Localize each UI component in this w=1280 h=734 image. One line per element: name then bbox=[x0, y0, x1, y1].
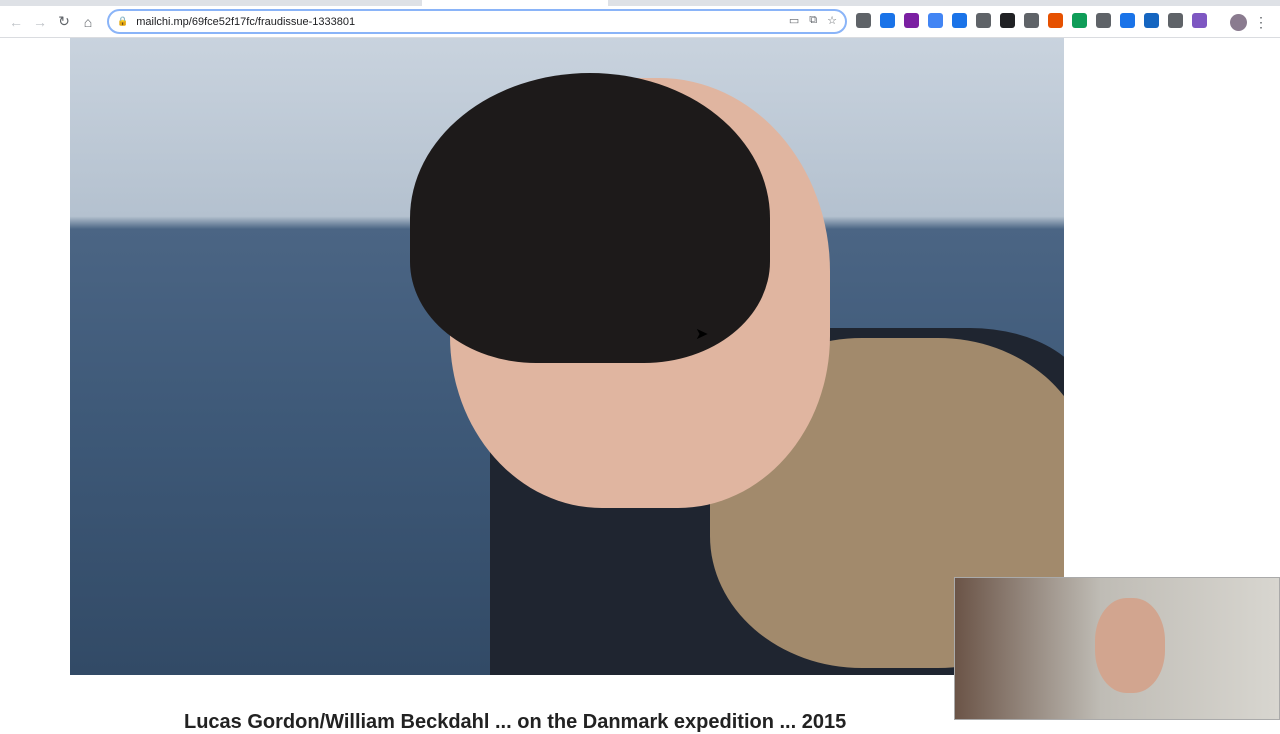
extension-icon[interactable] bbox=[1048, 13, 1063, 28]
browser-toolbar: ← → ↻ ⌂ 🔒 mailchi.mp/69fce52f17fc/fraudi… bbox=[0, 6, 1280, 38]
extension-icon[interactable] bbox=[976, 13, 991, 28]
lock-icon: 🔒 bbox=[117, 16, 129, 26]
bookmark-star-icon[interactable]: ☆ bbox=[827, 14, 837, 27]
extension-icon[interactable] bbox=[1072, 13, 1087, 28]
extension-icon[interactable] bbox=[904, 13, 919, 28]
extension-icon[interactable] bbox=[1144, 13, 1159, 28]
home-button[interactable]: ⌂ bbox=[76, 14, 100, 30]
webcam-overlay bbox=[954, 577, 1280, 720]
article-text: Lucas Gordon/William Beckdahl ... on the… bbox=[184, 711, 847, 733]
url-text: mailchi.mp/69fce52f17fc/fraudissue-13338… bbox=[136, 15, 356, 28]
cast-icon[interactable]: ▭ bbox=[789, 14, 799, 27]
mouse-cursor-icon: ➤ bbox=[695, 326, 709, 343]
address-bar[interactable]: 🔒 mailchi.mp/69fce52f17fc/fraudissue-133… bbox=[107, 9, 847, 34]
article-photo bbox=[70, 38, 1064, 675]
extension-icon[interactable] bbox=[1000, 13, 1015, 28]
extension-icon[interactable] bbox=[1192, 13, 1207, 28]
menu-kebab-icon[interactable]: ⋮ bbox=[1254, 14, 1268, 31]
reload-button[interactable]: ↻ bbox=[52, 13, 76, 30]
extension-icon[interactable] bbox=[928, 13, 943, 28]
extension-icon[interactable] bbox=[856, 13, 871, 28]
extension-icon[interactable] bbox=[880, 13, 895, 28]
extension-icon[interactable] bbox=[1096, 13, 1111, 28]
photo-hat bbox=[410, 73, 770, 363]
webcam-face bbox=[1095, 598, 1165, 693]
translate-icon[interactable]: ⧉ bbox=[809, 14, 817, 27]
extension-icon[interactable] bbox=[1024, 13, 1039, 28]
profile-avatar[interactable] bbox=[1230, 14, 1247, 31]
back-button[interactable]: ← bbox=[4, 14, 28, 30]
extension-icon[interactable] bbox=[952, 13, 967, 28]
extension-icon[interactable] bbox=[1168, 13, 1183, 28]
forward-button[interactable]: → bbox=[28, 14, 52, 30]
extension-icon[interactable] bbox=[1120, 13, 1135, 28]
extensions-bar bbox=[856, 13, 1207, 28]
